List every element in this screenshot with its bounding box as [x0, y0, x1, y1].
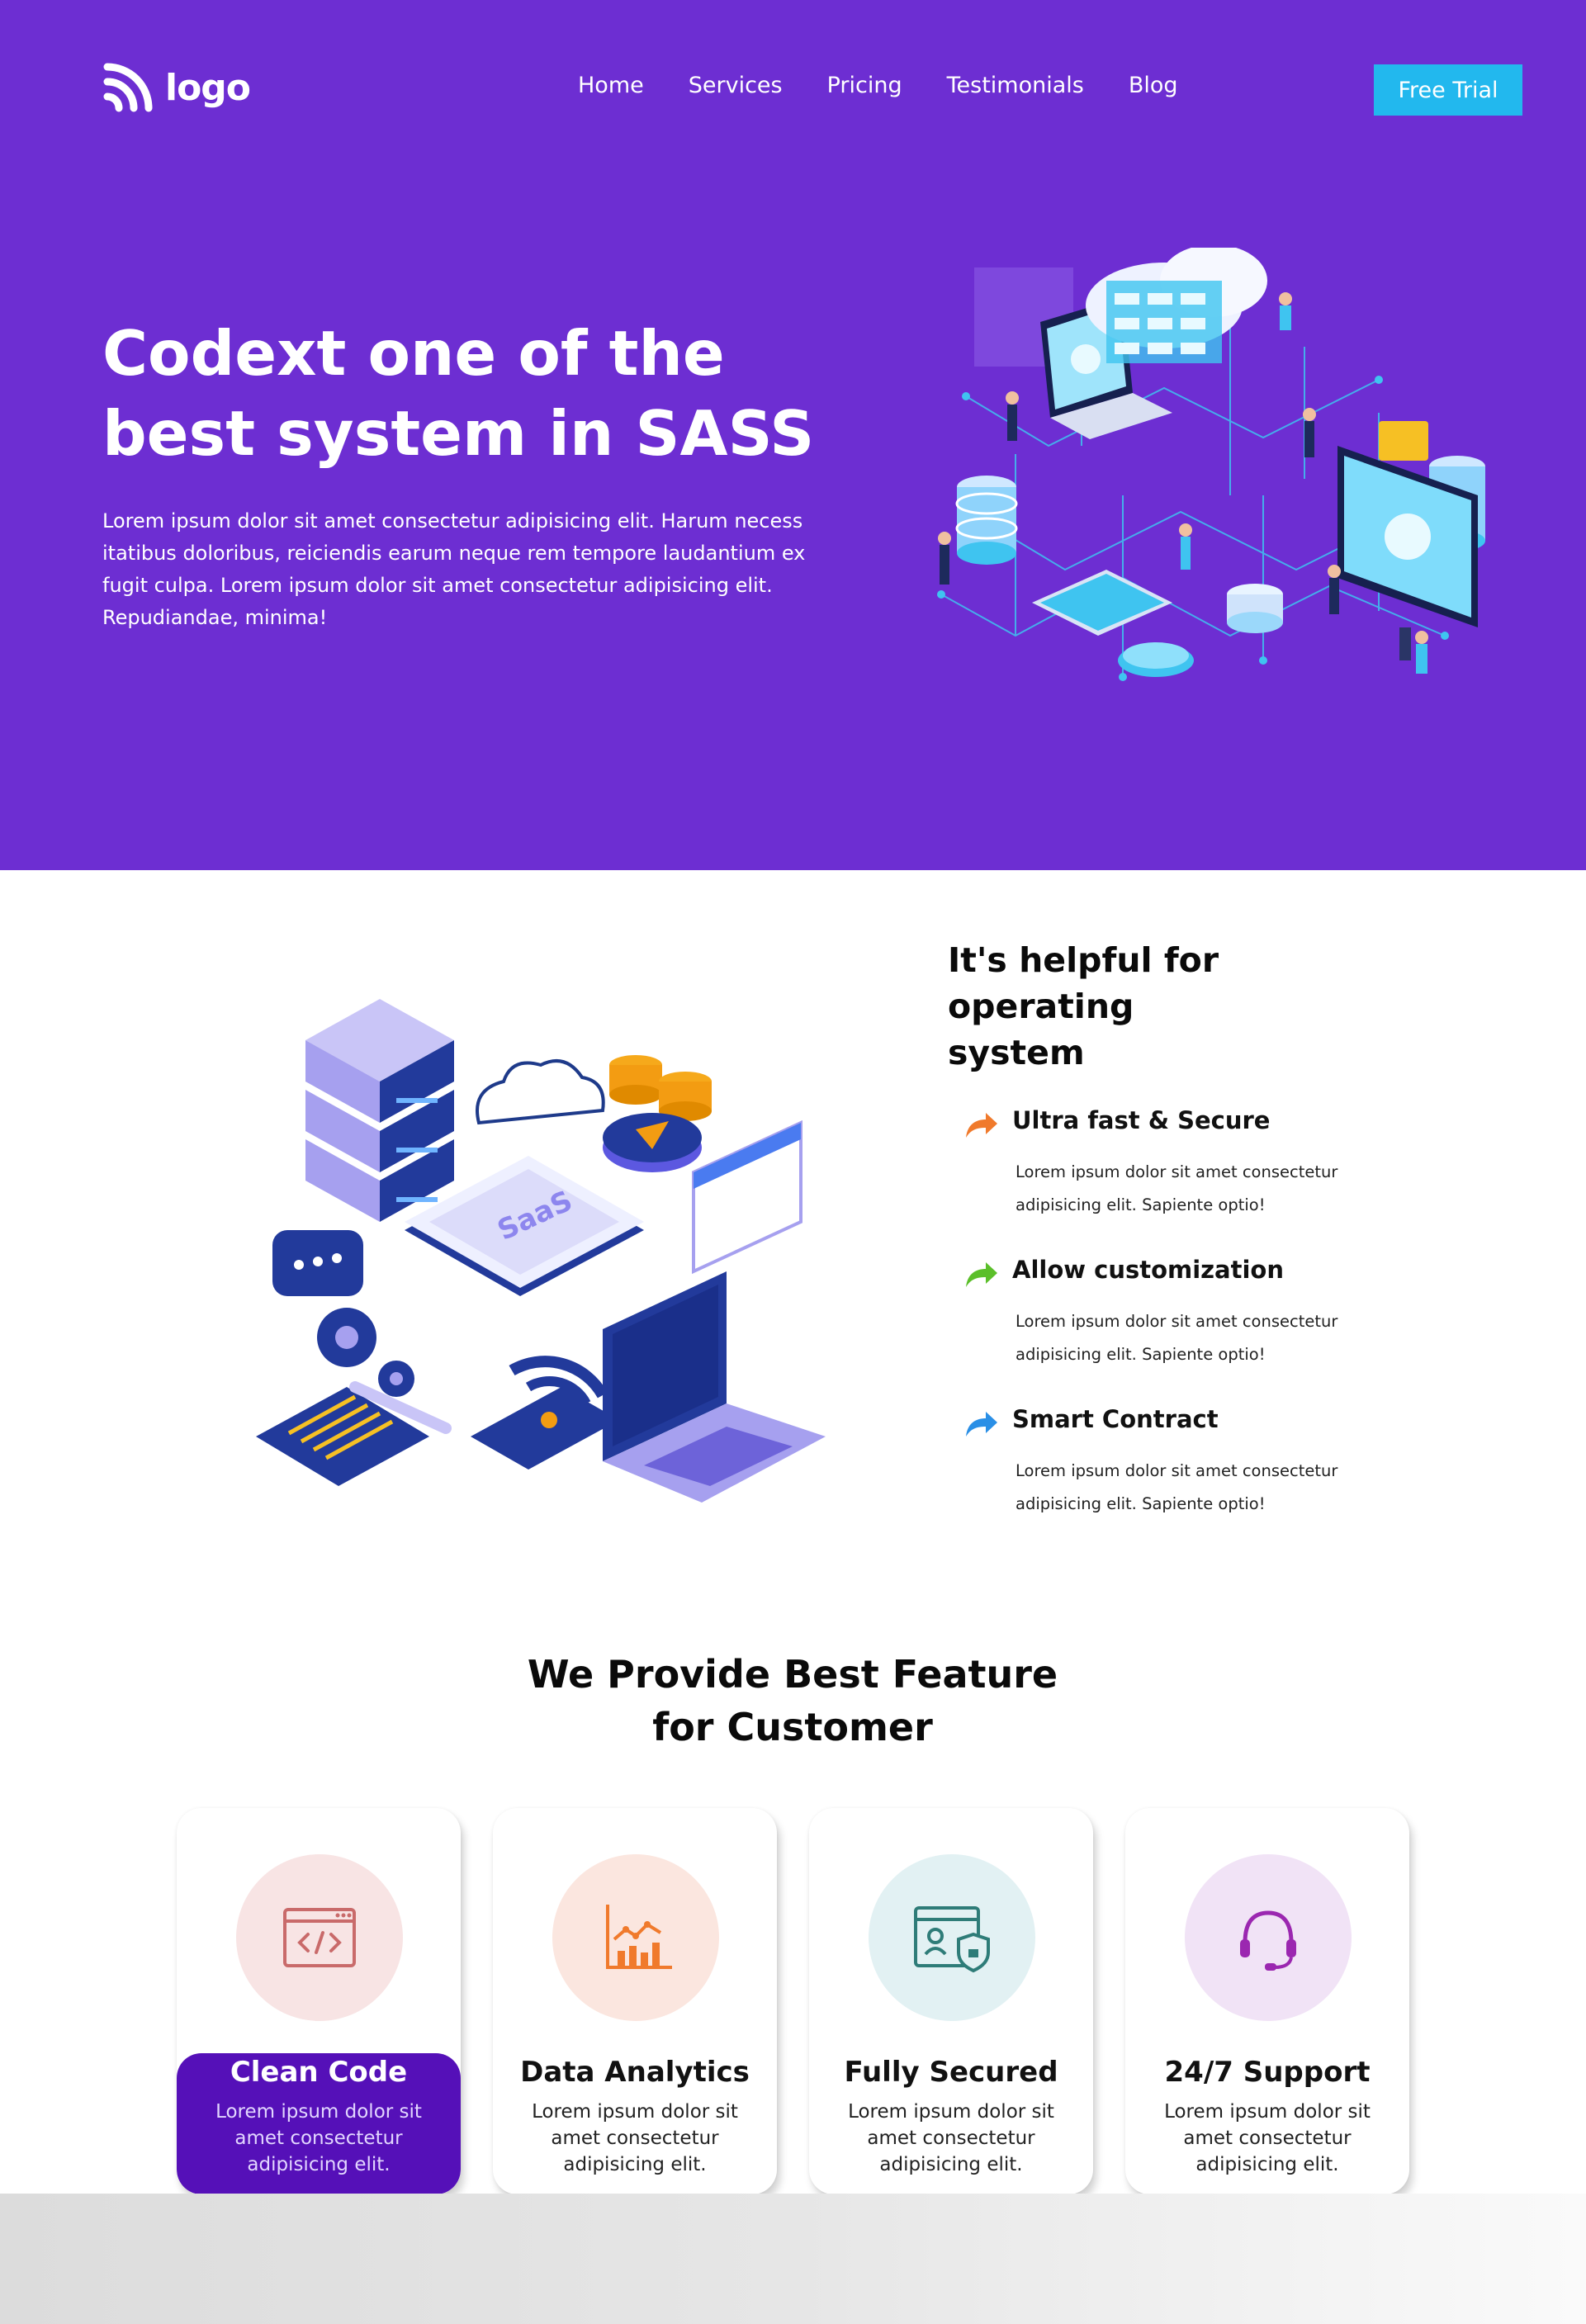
card-text: Lorem ipsum dolor sit amet consectetur a…	[201, 2099, 436, 2178]
operating-title: It's helpful for operating system	[948, 937, 1410, 1076]
feature-desc-line: adipisicing elit. Sapiente optio!	[1016, 1494, 1266, 1513]
card-title: Fully Secured	[844, 2056, 1058, 2089]
feature-description: Lorem ipsum dolor sit amet consectetur a…	[1016, 1305, 1404, 1371]
nav-pricing[interactable]: Pricing	[827, 73, 902, 98]
feature-card-clean-code[interactable]: Clean Code Lorem ipsum dolor sit amet co…	[177, 1808, 461, 2194]
feature-card-fully-secured[interactable]: Fully Secured Lorem ipsum dolor sit amet…	[809, 1808, 1093, 2194]
saas-devices-illustration: SaaS	[256, 999, 826, 1503]
code-window-icon	[283, 1908, 356, 1967]
features-heading-line: We Provide Best Feature	[527, 1652, 1058, 1697]
feature-description: Lorem ipsum dolor sit amet consectetur a…	[1016, 1156, 1404, 1222]
card-text-line: Lorem ipsum dolor sit	[1164, 2101, 1371, 2123]
main-nav: Home Services Pricing Testimonials Blog	[578, 73, 1223, 98]
headset-icon	[1240, 1910, 1296, 1971]
logo-text: logo	[165, 66, 251, 109]
nav-testimonials[interactable]: Testimonials	[947, 73, 1084, 98]
hero-title-line: Codext one of the	[102, 317, 725, 390]
card-icon-circle	[1185, 1854, 1352, 2021]
card-icon-circle	[236, 1854, 403, 2021]
operating-title-line: system	[948, 1033, 1085, 1072]
feature-desc-line: Lorem ipsum dolor sit amet consectetur	[1016, 1162, 1338, 1181]
hero-title-line: best system in SASS	[102, 397, 815, 470]
card-text-line: amet consectetur	[867, 2128, 1035, 2149]
card-text-line: Lorem ipsum dolor sit	[215, 2101, 422, 2123]
cloud-network-illustration	[937, 248, 1485, 681]
share-arrow-icon	[966, 1113, 997, 1138]
card-text-line: adipisicing elit.	[879, 2154, 1023, 2175]
feature-desc-line: Lorem ipsum dolor sit amet consectetur	[1016, 1312, 1338, 1331]
card-text-line: Lorem ipsum dolor sit	[532, 2101, 738, 2123]
hero-description: Lorem ipsum dolor sit amet consectetur a…	[102, 505, 845, 634]
feature-description: Lorem ipsum dolor sit amet consectetur a…	[1016, 1455, 1404, 1521]
card-title: Clean Code	[230, 2056, 408, 2089]
share-arrow-icon	[966, 1262, 997, 1287]
feature-card-support[interactable]: 24/7 Support Lorem ipsum dolor sit amet …	[1125, 1808, 1409, 2194]
operating-title-line: It's helpful for operating	[948, 940, 1219, 1026]
card-text: Lorem ipsum dolor sit amet consectetur a…	[834, 2099, 1068, 2178]
hero-text-line: fugit culpa. Lorem ipsum dolor sit amet …	[102, 574, 773, 597]
card-text-line: adipisicing elit.	[563, 2154, 707, 2175]
bar-chart-icon	[606, 1905, 672, 1969]
card-text-line: adipisicing elit.	[1195, 2154, 1339, 2175]
feature-title: Allow customization	[1012, 1256, 1284, 1284]
hero-text-line: Repudiandae, minima!	[102, 606, 328, 629]
card-text: Lorem ipsum dolor sit amet consectetur a…	[518, 2099, 752, 2178]
features-heading-line: for Customer	[652, 1705, 933, 1749]
hero-title: Codext one of the best system in SASS	[102, 314, 845, 474]
footer-band	[0, 2194, 1586, 2324]
card-text-line: Lorem ipsum dolor sit	[848, 2101, 1054, 2123]
feature-desc-line: Lorem ipsum dolor sit amet consectetur	[1016, 1461, 1338, 1480]
card-text-line: adipisicing elit.	[247, 2154, 391, 2175]
share-arrow-icon	[966, 1412, 997, 1437]
card-title: 24/7 Support	[1164, 2056, 1371, 2089]
wifi-arcs-icon	[103, 63, 153, 112]
nav-services[interactable]: Services	[689, 73, 783, 98]
feature-title: Smart Contract	[1012, 1405, 1219, 1433]
feature-desc-line: adipisicing elit. Sapiente optio!	[1016, 1345, 1266, 1364]
free-trial-button[interactable]: Free Trial	[1374, 64, 1522, 116]
features-heading: We Provide Best Feature for Customer	[380, 1648, 1205, 1754]
secure-profile-icon	[914, 1906, 990, 1973]
card-icon-circle	[869, 1854, 1035, 2021]
card-text-line: amet consectetur	[234, 2128, 403, 2149]
card-icon-circle	[552, 1854, 719, 2021]
feature-title: Ultra fast & Secure	[1012, 1106, 1271, 1134]
logo[interactable]: logo	[102, 61, 251, 114]
card-text: Lorem ipsum dolor sit amet consectetur a…	[1150, 2099, 1385, 2178]
card-text-line: amet consectetur	[1183, 2128, 1352, 2149]
feature-desc-line: adipisicing elit. Sapiente optio!	[1016, 1195, 1266, 1214]
card-text-line: amet consectetur	[551, 2128, 719, 2149]
card-title: Data Analytics	[520, 2056, 750, 2089]
hero-text-line: itatibus doloribus, reiciendis earum neq…	[102, 542, 806, 565]
hero-text-line: Lorem ipsum dolor sit amet consectetur a…	[102, 509, 803, 532]
feature-card-data-analytics[interactable]: Data Analytics Lorem ipsum dolor sit ame…	[493, 1808, 777, 2194]
hero-section: logo Home Services Pricing Testimonials …	[0, 0, 1586, 870]
nav-home[interactable]: Home	[578, 73, 644, 98]
nav-blog[interactable]: Blog	[1129, 73, 1178, 98]
